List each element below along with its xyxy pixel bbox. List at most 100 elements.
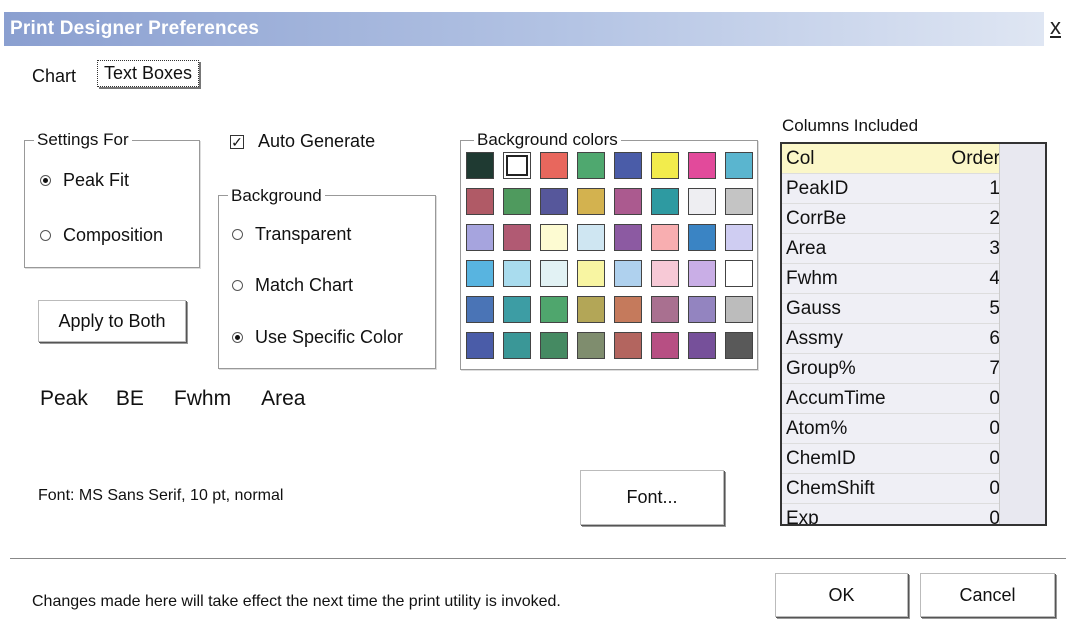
color-swatch[interactable] bbox=[466, 224, 494, 251]
table-row[interactable]: CorrBe 2 bbox=[782, 203, 1004, 234]
background-legend: Background bbox=[228, 186, 325, 206]
color-swatch[interactable] bbox=[577, 296, 605, 323]
table-row[interactable]: ChemShift 0 bbox=[782, 473, 1004, 504]
tab-chart[interactable]: Chart bbox=[32, 66, 76, 87]
color-swatch[interactable] bbox=[540, 188, 568, 215]
column-order-cell: 6 bbox=[928, 323, 1004, 354]
cancel-button[interactable]: Cancel bbox=[920, 573, 1055, 617]
settings-for-legend: Settings For bbox=[34, 130, 132, 150]
table-row[interactable]: ChemID 0 bbox=[782, 443, 1004, 474]
table-row[interactable]: Assmy 6 bbox=[782, 323, 1004, 354]
radio-transparent-button[interactable] bbox=[232, 229, 243, 240]
radio-peak-fit-button[interactable] bbox=[40, 175, 51, 186]
color-swatch[interactable] bbox=[651, 152, 679, 179]
column-order-cell: 4 bbox=[928, 263, 1004, 294]
color-swatch[interactable] bbox=[503, 296, 531, 323]
table-row[interactable]: Area 3 bbox=[782, 233, 1004, 264]
radio-use-specific-color-button[interactable] bbox=[232, 332, 243, 343]
column-order-cell: 2 bbox=[928, 203, 1004, 234]
color-swatch[interactable] bbox=[540, 152, 568, 179]
table-row[interactable]: Fwhm 4 bbox=[782, 263, 1004, 294]
close-icon[interactable]: x bbox=[1050, 14, 1061, 40]
auto-generate-check-icon[interactable]: ✓ bbox=[230, 134, 244, 149]
color-swatch[interactable] bbox=[466, 296, 494, 323]
radio-match-chart-button[interactable] bbox=[232, 280, 243, 291]
color-swatch[interactable] bbox=[688, 332, 716, 359]
footer-divider bbox=[10, 558, 1066, 559]
color-swatch[interactable] bbox=[614, 224, 642, 251]
color-swatch[interactable] bbox=[503, 152, 531, 179]
color-swatch[interactable] bbox=[503, 188, 531, 215]
color-swatch[interactable] bbox=[688, 224, 716, 251]
columns-included-list[interactable]: Col Order PeakID 1 CorrBe 2 Area 3 Fwhm 4 Gauss 5… bbox=[780, 142, 1047, 526]
color-swatch[interactable] bbox=[688, 296, 716, 323]
color-swatch[interactable] bbox=[725, 260, 753, 287]
color-swatch[interactable] bbox=[540, 224, 568, 251]
table-row[interactable]: AccumTime 0 bbox=[782, 383, 1004, 414]
column-header-col: Col bbox=[782, 144, 928, 174]
table-row[interactable]: PeakID 1 bbox=[782, 173, 1004, 204]
color-swatch[interactable] bbox=[614, 260, 642, 287]
color-swatch[interactable] bbox=[614, 152, 642, 179]
color-swatch[interactable] bbox=[540, 296, 568, 323]
column-name-cell: ChemID bbox=[782, 443, 928, 474]
color-swatch[interactable] bbox=[614, 332, 642, 359]
color-swatch[interactable] bbox=[577, 188, 605, 215]
color-swatch[interactable] bbox=[466, 188, 494, 215]
color-swatch[interactable] bbox=[503, 224, 531, 251]
color-swatch[interactable] bbox=[540, 332, 568, 359]
color-swatch[interactable] bbox=[651, 332, 679, 359]
color-swatch[interactable] bbox=[688, 152, 716, 179]
auto-generate-checkbox[interactable]: ✓ Auto Generate bbox=[230, 131, 375, 152]
radio-match-chart-label: Match Chart bbox=[255, 275, 354, 295]
table-row[interactable]: Group% 7 bbox=[782, 353, 1004, 384]
color-swatch[interactable] bbox=[540, 260, 568, 287]
tab-text-boxes[interactable]: Text Boxes bbox=[97, 60, 200, 87]
color-swatch[interactable] bbox=[651, 224, 679, 251]
color-swatch[interactable] bbox=[725, 224, 753, 251]
radio-use-specific-color[interactable]: Use Specific Color bbox=[232, 327, 403, 348]
color-swatch[interactable] bbox=[651, 260, 679, 287]
color-swatch[interactable] bbox=[466, 152, 494, 179]
radio-match-chart[interactable]: Match Chart bbox=[232, 275, 353, 296]
color-swatch[interactable] bbox=[725, 332, 753, 359]
column-header-order: Order bbox=[928, 144, 1004, 174]
apply-to-both-button[interactable]: Apply to Both bbox=[38, 300, 186, 342]
ok-button[interactable]: OK bbox=[775, 573, 908, 617]
table-row[interactable]: Exp 0 bbox=[782, 503, 1004, 524]
column-order-cell: 7 bbox=[928, 353, 1004, 384]
color-swatch[interactable] bbox=[577, 260, 605, 287]
radio-peak-fit[interactable]: Peak Fit bbox=[40, 170, 129, 191]
columns-included-label: Columns Included bbox=[782, 116, 919, 135]
color-swatch[interactable] bbox=[651, 188, 679, 215]
color-swatch[interactable] bbox=[725, 152, 753, 179]
column-name-cell: AccumTime bbox=[782, 383, 928, 414]
radio-transparent[interactable]: Transparent bbox=[232, 224, 351, 245]
color-swatch[interactable] bbox=[577, 152, 605, 179]
color-swatch[interactable] bbox=[614, 296, 642, 323]
color-swatch[interactable] bbox=[503, 260, 531, 287]
radio-composition[interactable]: Composition bbox=[40, 225, 163, 246]
table-row[interactable]: Gauss 5 bbox=[782, 293, 1004, 324]
column-order-cell: 0 bbox=[928, 473, 1004, 504]
color-swatch[interactable] bbox=[725, 188, 753, 215]
table-row[interactable]: Atom% 0 bbox=[782, 413, 1004, 444]
column-name-cell: ChemShift bbox=[782, 473, 928, 504]
preview-area: Area bbox=[261, 387, 306, 410]
color-swatch[interactable] bbox=[466, 332, 494, 359]
color-swatch[interactable] bbox=[688, 188, 716, 215]
color-swatch[interactable] bbox=[688, 260, 716, 287]
color-swatch[interactable] bbox=[614, 188, 642, 215]
color-swatch[interactable] bbox=[577, 332, 605, 359]
color-swatch[interactable] bbox=[577, 224, 605, 251]
radio-composition-button[interactable] bbox=[40, 230, 51, 241]
column-name-cell: Area bbox=[782, 233, 928, 264]
font-button[interactable]: Font... bbox=[580, 470, 724, 525]
radio-use-specific-color-label: Use Specific Color bbox=[255, 327, 404, 347]
color-swatch[interactable] bbox=[466, 260, 494, 287]
footer-message: Changes made here will take effect the n… bbox=[32, 593, 561, 610]
color-swatch[interactable] bbox=[503, 332, 531, 359]
color-swatch[interactable] bbox=[651, 296, 679, 323]
columns-scroll-area[interactable] bbox=[999, 144, 1045, 524]
color-swatch[interactable] bbox=[725, 296, 753, 323]
